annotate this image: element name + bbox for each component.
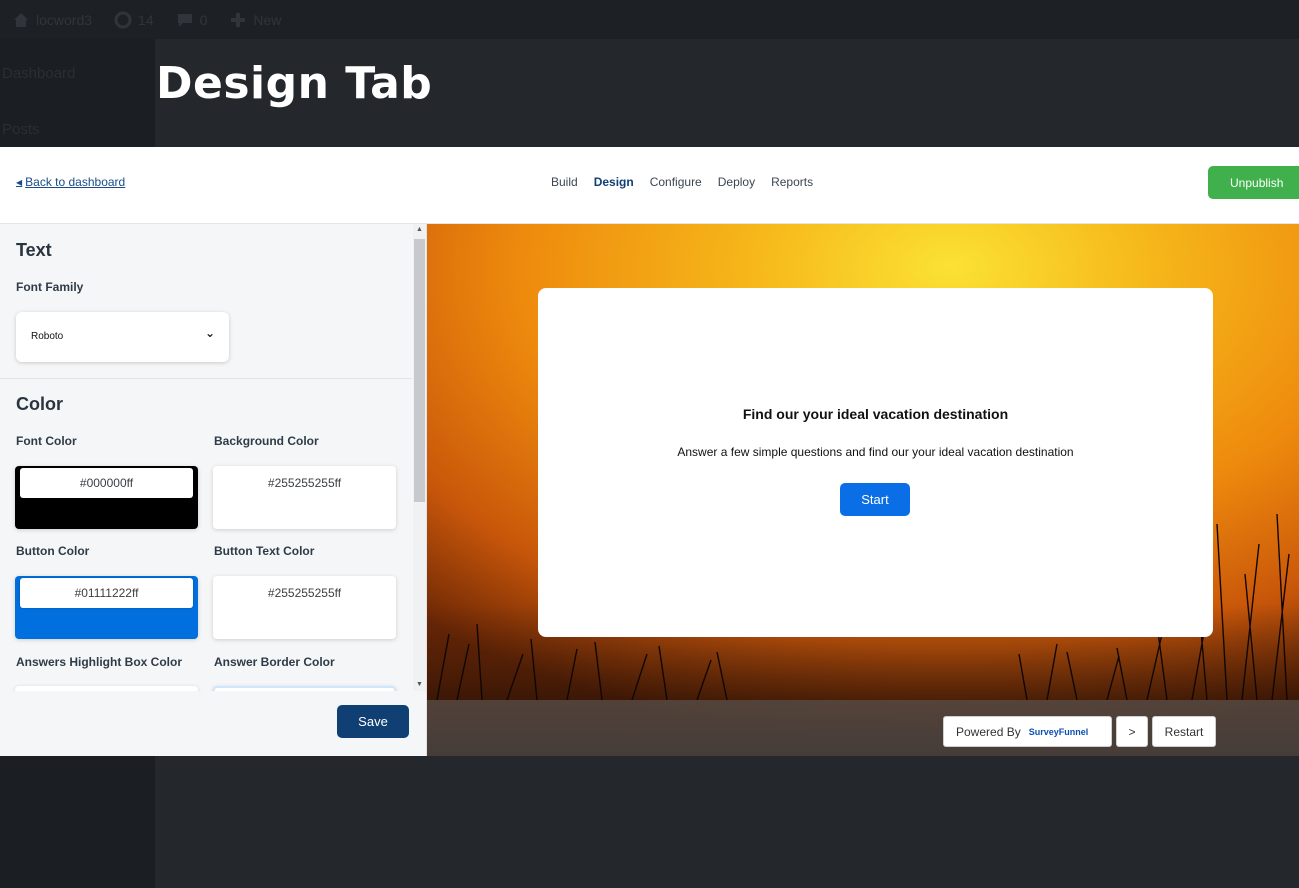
tab-reports[interactable]: Reports xyxy=(771,175,813,189)
button-text-color-value[interactable]: #255255255ff xyxy=(218,578,391,608)
font-color-label: Font Color xyxy=(16,434,77,448)
scroll-up-icon[interactable]: ▲ xyxy=(416,226,423,233)
scroll-down-icon[interactable]: ▼ xyxy=(416,681,423,688)
chevron-down-icon: ⌄ xyxy=(204,326,215,340)
settings-scroll-area[interactable]: Text Font Family Roboto ⌄ Color Font Col… xyxy=(0,224,412,691)
panel-scrollbar[interactable]: ▲ ▼ xyxy=(413,224,426,691)
home-icon xyxy=(12,11,30,29)
text-section-title: Text xyxy=(16,240,52,260)
answer-border-picker[interactable] xyxy=(213,686,396,691)
answers-highlight-picker[interactable] xyxy=(15,686,198,691)
survey-editor: ◀ Back to dashboard Build Design Configu… xyxy=(0,147,1299,756)
background-color-value[interactable]: #255255255ff xyxy=(218,468,391,498)
next-button[interactable]: > xyxy=(1116,716,1148,747)
tab-deploy[interactable]: Deploy xyxy=(718,175,755,189)
plus-icon xyxy=(229,11,247,29)
wp-menu-dashboard[interactable]: Dashboard xyxy=(2,65,75,82)
back-label: Back to dashboard xyxy=(25,175,126,189)
wp-comments-link[interactable]: 0 xyxy=(176,11,208,29)
answer-border-label: Answer Border Color xyxy=(214,655,335,669)
background-color-label: Background Color xyxy=(214,434,319,448)
font-color-picker[interactable]: #000000ff xyxy=(15,466,198,529)
button-text-color-picker[interactable]: #255255255ff xyxy=(213,576,396,639)
font-family-select[interactable]: Roboto ⌄ xyxy=(16,312,229,362)
tab-configure[interactable]: Configure xyxy=(650,175,702,189)
preview-footer: Powered By SurveyFunnel > Restart xyxy=(427,700,1299,756)
wp-updates-link[interactable]: 14 xyxy=(114,11,154,29)
wp-updates-count: 14 xyxy=(138,11,154,28)
comment-icon xyxy=(176,11,194,29)
wp-new-link[interactable]: New xyxy=(229,11,281,29)
wp-site-name: locword3 xyxy=(36,11,93,28)
restart-button[interactable]: Restart xyxy=(1152,716,1216,747)
button-color-value[interactable]: #01111222ff xyxy=(20,578,193,608)
wp-menu-posts[interactable]: Posts xyxy=(2,121,40,138)
save-button[interactable]: Save xyxy=(337,705,409,738)
tab-design[interactable]: Design xyxy=(594,175,634,189)
wp-site-link[interactable]: locword3 xyxy=(12,11,92,29)
button-color-picker[interactable]: #01111222ff xyxy=(15,576,198,639)
wp-new-label: New xyxy=(253,11,282,28)
font-color-value[interactable]: #000000ff xyxy=(20,468,193,498)
editor-topbar: ◀ Back to dashboard Build Design Configu… xyxy=(0,147,1299,224)
wp-comments-count: 0 xyxy=(199,11,208,28)
wp-admin-bar: locword3 14 0 New xyxy=(0,0,1299,39)
tab-build[interactable]: Build xyxy=(551,175,578,189)
button-color-label: Button Color xyxy=(16,544,90,558)
section-divider xyxy=(0,378,412,379)
survey-card: Find our your ideal vacation destination… xyxy=(538,288,1213,637)
scroll-thumb[interactable] xyxy=(414,239,425,502)
overlay-title: Design Tab xyxy=(156,58,433,109)
caret-left-icon: ◀ xyxy=(16,177,23,187)
design-settings-panel: Text Font Family Roboto ⌄ Color Font Col… xyxy=(0,224,427,756)
powered-by-text: Powered By xyxy=(956,724,1021,739)
font-family-label: Font Family xyxy=(16,280,84,294)
survey-subtitle: Answer a few simple questions and find o… xyxy=(677,445,1074,459)
updates-icon xyxy=(114,11,132,29)
editor-tabs: Build Design Configure Deploy Reports xyxy=(551,175,813,189)
color-section-title: Color xyxy=(16,394,63,414)
answers-highlight-label: Answers Highlight Box Color xyxy=(16,655,183,669)
surveyfunnel-logo: SurveyFunnel xyxy=(1028,726,1089,737)
powered-by-badge[interactable]: Powered By SurveyFunnel xyxy=(943,716,1112,747)
background-color-picker[interactable]: #255255255ff xyxy=(213,466,396,529)
button-text-color-label: Button Text Color xyxy=(214,544,315,558)
back-to-dashboard-link[interactable]: ◀ Back to dashboard xyxy=(16,175,125,189)
survey-title: Find our your ideal vacation destination xyxy=(742,406,1009,422)
start-button[interactable]: Start xyxy=(840,483,910,516)
unpublish-button[interactable]: Unpublish xyxy=(1208,166,1299,199)
survey-preview: Find our your ideal vacation destination… xyxy=(427,224,1299,756)
font-family-value: Roboto xyxy=(31,331,64,342)
